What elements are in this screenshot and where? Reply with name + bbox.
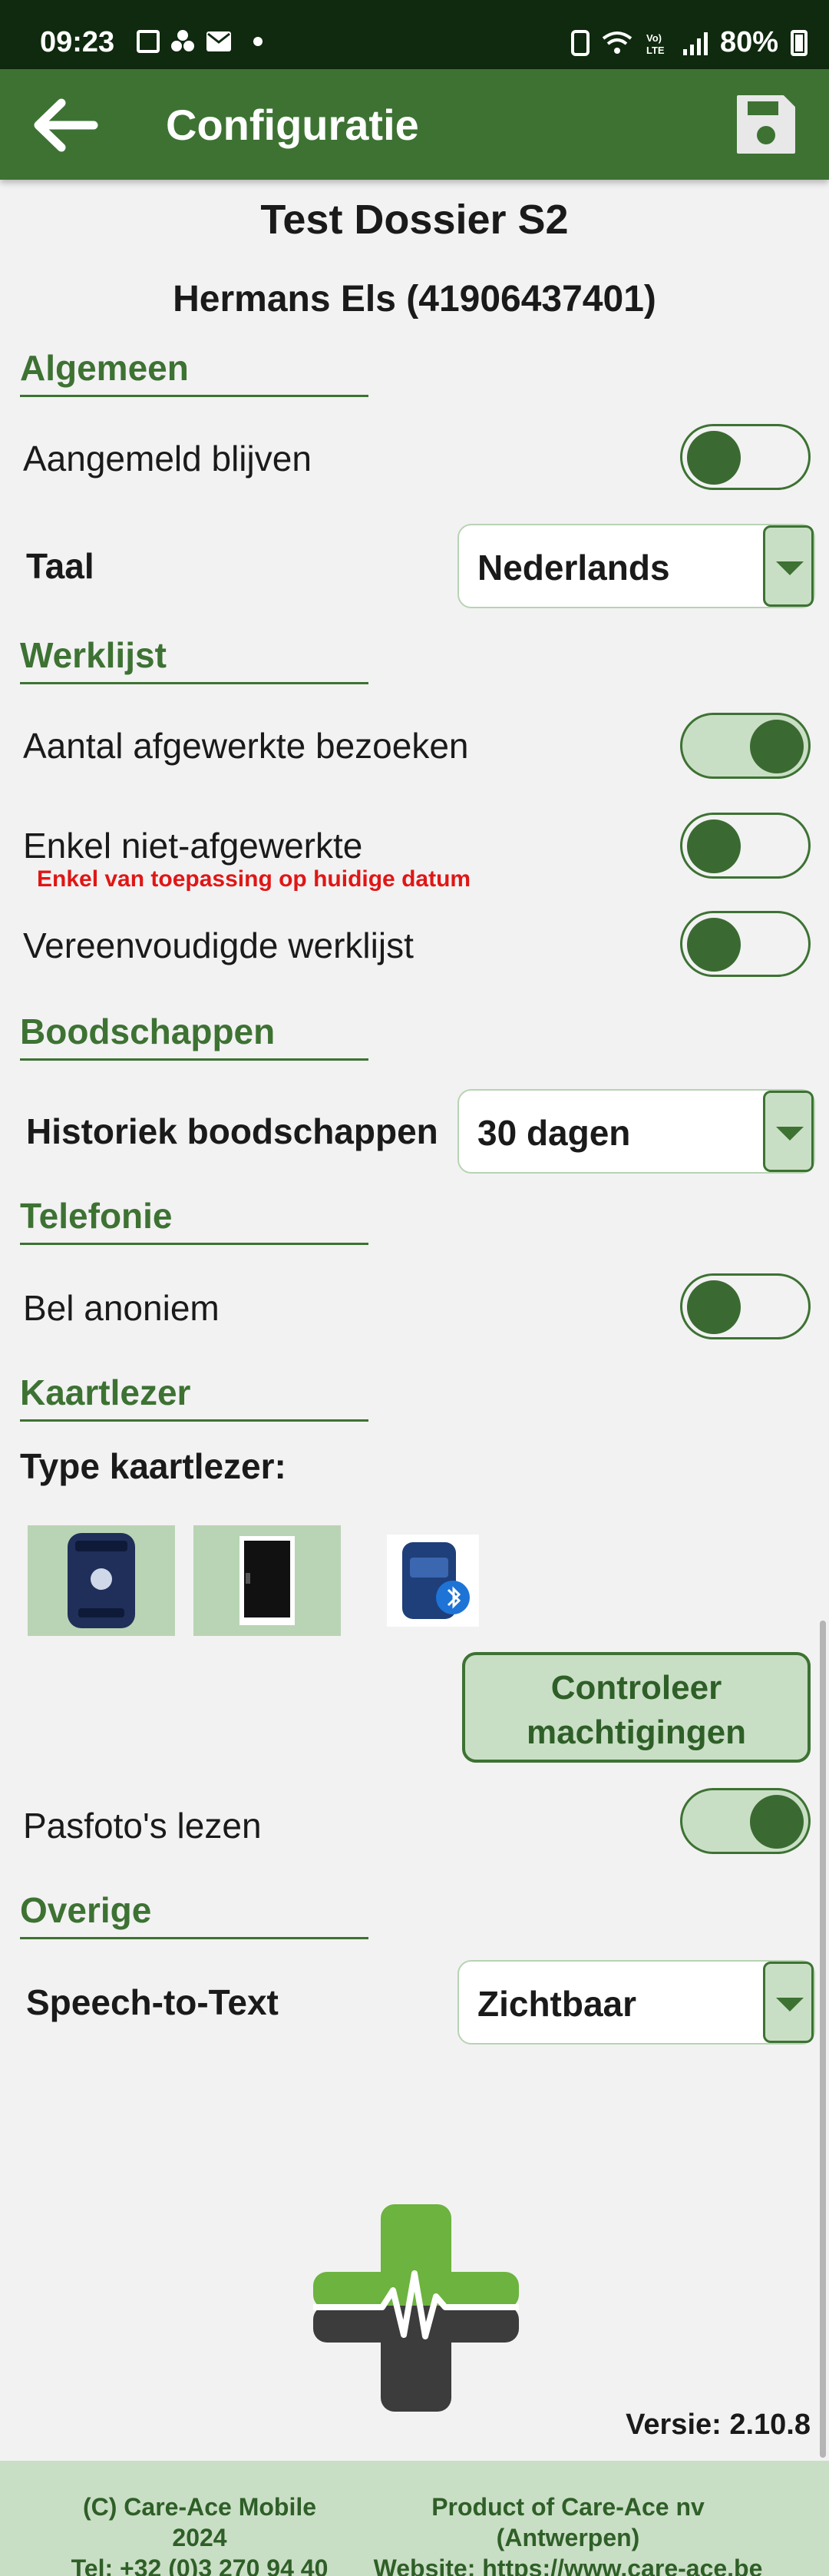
toggle-knob — [750, 1795, 804, 1849]
mail-icon — [206, 31, 231, 51]
check-permissions-line1: Controleer — [550, 1669, 722, 1707]
toggle-knob — [687, 1280, 741, 1334]
bluetooth-card-reader-icon — [402, 1542, 470, 1619]
arrow-left-icon[interactable] — [31, 98, 100, 152]
only-uncompleted-label: Enkel niet-afgewerkte — [23, 826, 363, 866]
section-algemeen: Algemeen — [20, 347, 368, 397]
read-photos-toggle[interactable] — [680, 1788, 811, 1854]
count-completed-toggle[interactable] — [680, 713, 811, 779]
footer-right: Product of Care-Ace nv (Antwerpen) Websi… — [361, 2492, 775, 2576]
check-permissions-button[interactable]: Controleer machtigingen — [462, 1652, 811, 1763]
speech-to-text-select[interactable]: Zichtbaar — [457, 1960, 815, 2045]
toggle-knob — [750, 720, 804, 773]
read-photos-label: Pasfoto's lezen — [23, 1806, 262, 1846]
anonymous-call-toggle[interactable] — [680, 1273, 811, 1339]
footer-product: Product of Care-Ace nv (Antwerpen) — [431, 2493, 705, 2551]
anonymous-call-label: Bel anoniem — [23, 1288, 220, 1328]
history-select[interactable]: 30 dagen — [457, 1089, 815, 1174]
section-boodschappen: Boodschappen — [20, 1011, 368, 1061]
footer-left: (C) Care-Ace Mobile 2024 Tel: +32 (0)3 2… — [54, 2492, 345, 2576]
patient-name: Hermans Els (41906437401) — [173, 279, 656, 320]
care-ace-logo — [313, 2204, 519, 2412]
language-label: Taal — [26, 546, 94, 586]
card-reader-option-2[interactable] — [193, 1525, 341, 1636]
section-telefonie: Telefonie — [20, 1195, 368, 1245]
floppy-disk-icon[interactable] — [734, 92, 798, 157]
volte-icon: Vo)LTE — [646, 32, 665, 55]
chevron-down-icon[interactable] — [763, 1091, 814, 1172]
section-kaartlezer: Kaartlezer — [20, 1372, 368, 1422]
stay-logged-in-label: Aangemeld blijven — [23, 439, 312, 478]
check-permissions-line2: machtigingen — [526, 1713, 747, 1751]
history-label: Historiek boodschappen — [26, 1111, 438, 1151]
toggle-knob — [687, 819, 741, 873]
language-select[interactable]: Nederlands — [457, 524, 815, 608]
svg-text:LTE: LTE — [646, 45, 665, 55]
signal-icon — [682, 31, 708, 55]
more-notifications-icon — [253, 37, 263, 46]
card-reader-option-1[interactable] — [28, 1525, 175, 1636]
footer: (C) Care-Ace Mobile 2024 Tel: +32 (0)3 2… — [0, 2461, 829, 2576]
only-uncompleted-toggle[interactable] — [680, 813, 811, 879]
speech-to-text-label: Speech-to-Text — [26, 1982, 279, 2022]
speech-to-text-value: Zichtbaar — [477, 1984, 637, 2024]
page-title: Configuratie — [166, 101, 419, 149]
battery-icon — [791, 29, 808, 56]
section-overige: Overige — [20, 1889, 368, 1939]
dossier-title: Test Dossier S2 — [260, 197, 569, 243]
app-version: Versie: 2.10.8 — [626, 2409, 811, 2441]
notification-icons — [137, 29, 263, 54]
stay-logged-in-toggle[interactable] — [680, 424, 811, 490]
footer-copyright: (C) Care-Ace Mobile 2024 — [82, 2493, 317, 2551]
count-completed-label: Aantal afgewerkte bezoeken — [23, 726, 469, 766]
status-time: 09:23 — [40, 26, 115, 58]
gallery-icon — [137, 30, 160, 53]
language-value: Nederlands — [477, 548, 670, 588]
card-reader-type-label: Type kaartlezer: — [20, 1446, 286, 1486]
card-reader-device-icon — [239, 1536, 295, 1625]
svg-text:Vo): Vo) — [646, 32, 662, 44]
section-werklijst: Werklijst — [20, 634, 368, 684]
battery-percentage: 80% — [719, 26, 778, 58]
scrollbar[interactable] — [820, 1621, 826, 2458]
simplified-worklist-toggle[interactable] — [680, 911, 811, 977]
footer-website[interactable]: Website: https://www.care-ace.be — [361, 2553, 775, 2576]
toggle-knob — [687, 431, 741, 485]
chevron-down-icon[interactable] — [763, 1962, 814, 2043]
app-bar: Configuratie — [0, 69, 829, 180]
status-bar: 09:23 Vo) LTE 80% — [0, 0, 829, 69]
fan-icon — [171, 30, 194, 51]
wifi-icon — [602, 31, 632, 54]
card-reader-option-3[interactable] — [387, 1535, 479, 1627]
toggle-knob — [687, 918, 741, 972]
simplified-worklist-label: Vereenvoudigde werklijst — [23, 925, 414, 965]
footer-telephone[interactable]: Tel: +32 (0)3 270 94 40 — [54, 2553, 345, 2576]
only-uncompleted-note: Enkel van toepassing op huidige datum — [37, 866, 471, 892]
history-value: 30 dagen — [477, 1113, 631, 1153]
chevron-down-icon[interactable] — [763, 525, 814, 607]
nfc-icon — [570, 29, 590, 56]
card-reader-device-icon — [68, 1533, 135, 1628]
